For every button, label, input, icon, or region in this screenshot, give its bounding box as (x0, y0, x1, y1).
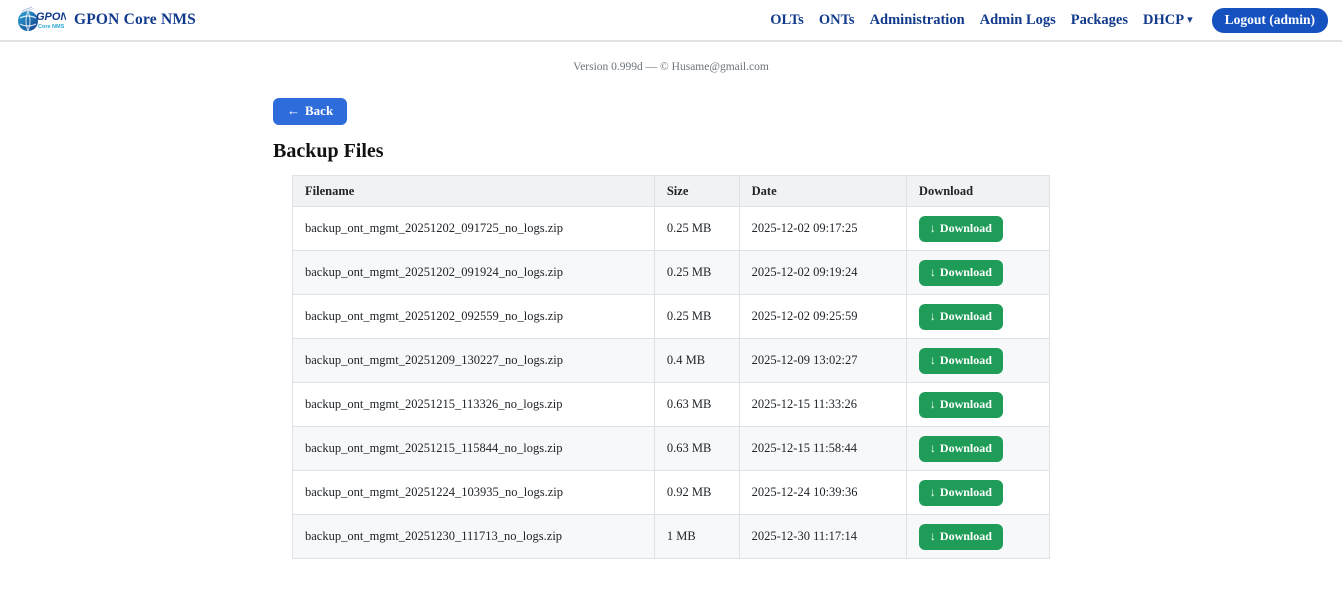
back-button-label: Back (305, 103, 333, 119)
download-button[interactable]: ↓ Download (919, 304, 1003, 330)
nav-link-admin-logs[interactable]: Admin Logs (980, 12, 1056, 29)
page-title: Backup Files (273, 140, 1069, 163)
filename-cell: backup_ont_mgmt_20251202_091725_no_logs.… (293, 207, 655, 251)
table-row: backup_ont_mgmt_20251224_103935_no_logs.… (293, 471, 1050, 515)
size-cell: 0.63 MB (654, 383, 739, 427)
backup-files-table: Filename Size Date Download backup_ont_m… (292, 175, 1050, 559)
download-cell: ↓ Download (906, 515, 1049, 559)
nav-link-packages[interactable]: Packages (1071, 12, 1128, 29)
download-cell: ↓ Download (906, 427, 1049, 471)
download-cell: ↓ Download (906, 251, 1049, 295)
content-container: ← Back Backup Files Filename Size Date D… (273, 73, 1069, 559)
download-cell: ↓ Download (906, 383, 1049, 427)
download-button-label: Download (940, 221, 992, 236)
download-button[interactable]: ↓ Download (919, 436, 1003, 462)
date-cell: 2025-12-02 09:25:59 (739, 295, 906, 339)
backup-files-table-wrapper: Filename Size Date Download backup_ont_m… (292, 175, 1050, 559)
date-cell: 2025-12-15 11:33:26 (739, 383, 906, 427)
nav-dropdown-dhcp[interactable]: DHCP▾ (1143, 12, 1193, 29)
download-button[interactable]: ↓ Download (919, 392, 1003, 418)
brand-title: GPON Core NMS (74, 11, 196, 29)
download-cell: ↓ Download (906, 339, 1049, 383)
filename-cell: backup_ont_mgmt_20251215_115844_no_logs.… (293, 427, 655, 471)
download-cell: ↓ Download (906, 207, 1049, 251)
nav-link-administration[interactable]: Administration (870, 12, 965, 29)
gpon-logo-icon: GPON Core NMS (16, 5, 66, 35)
back-button[interactable]: ← Back (273, 98, 347, 125)
filename-cell: backup_ont_mgmt_20251230_111713_no_logs.… (293, 515, 655, 559)
filename-cell: backup_ont_mgmt_20251202_091924_no_logs.… (293, 251, 655, 295)
column-header-download: Download (906, 176, 1049, 207)
table-row: backup_ont_mgmt_20251202_092559_no_logs.… (293, 295, 1050, 339)
table-row: backup_ont_mgmt_20251215_113326_no_logs.… (293, 383, 1050, 427)
download-arrow-icon: ↓ (930, 441, 936, 456)
download-button-label: Download (940, 353, 992, 368)
download-arrow-icon: ↓ (930, 529, 936, 544)
download-button-label: Download (940, 309, 992, 324)
size-cell: 0.25 MB (654, 207, 739, 251)
filename-cell: backup_ont_mgmt_20251209_130227_no_logs.… (293, 339, 655, 383)
size-cell: 0.92 MB (654, 471, 739, 515)
filename-cell: backup_ont_mgmt_20251202_092559_no_logs.… (293, 295, 655, 339)
logout-button[interactable]: Logout (admin) (1212, 8, 1328, 33)
date-cell: 2025-12-24 10:39:36 (739, 471, 906, 515)
download-button[interactable]: ↓ Download (919, 216, 1003, 242)
download-button[interactable]: ↓ Download (919, 524, 1003, 550)
top-navbar: GPON Core NMS GPON Core NMS OLTs ONTs Ad… (0, 0, 1342, 42)
download-arrow-icon: ↓ (930, 485, 936, 500)
size-cell: 0.25 MB (654, 295, 739, 339)
date-cell: 2025-12-02 09:17:25 (739, 207, 906, 251)
nav-dropdown-dhcp-label: DHCP (1143, 12, 1184, 28)
download-arrow-icon: ↓ (930, 353, 936, 368)
caret-down-icon: ▾ (1187, 13, 1193, 26)
download-arrow-icon: ↓ (930, 309, 936, 324)
download-cell: ↓ Download (906, 295, 1049, 339)
download-button-label: Download (940, 529, 992, 544)
svg-text:GPON: GPON (36, 11, 66, 23)
size-cell: 1 MB (654, 515, 739, 559)
column-header-size: Size (654, 176, 739, 207)
table-row: backup_ont_mgmt_20251215_115844_no_logs.… (293, 427, 1050, 471)
date-cell: 2025-12-30 11:17:14 (739, 515, 906, 559)
date-cell: 2025-12-15 11:58:44 (739, 427, 906, 471)
table-row: backup_ont_mgmt_20251209_130227_no_logs.… (293, 339, 1050, 383)
brand-home-link[interactable]: GPON Core NMS GPON Core NMS (16, 5, 196, 35)
size-cell: 0.25 MB (654, 251, 739, 295)
nav-link-olts[interactable]: OLTs (770, 12, 804, 29)
table-row: backup_ont_mgmt_20251230_111713_no_logs.… (293, 515, 1050, 559)
download-cell: ↓ Download (906, 471, 1049, 515)
size-cell: 0.63 MB (654, 427, 739, 471)
download-arrow-icon: ↓ (930, 265, 936, 280)
svg-text:Core NMS: Core NMS (38, 24, 65, 30)
table-row: backup_ont_mgmt_20251202_091924_no_logs.… (293, 251, 1050, 295)
download-button-label: Download (940, 265, 992, 280)
table-row: backup_ont_mgmt_20251202_091725_no_logs.… (293, 207, 1050, 251)
column-header-filename: Filename (293, 176, 655, 207)
size-cell: 0.4 MB (654, 339, 739, 383)
download-button[interactable]: ↓ Download (919, 480, 1003, 506)
download-button-label: Download (940, 441, 992, 456)
download-arrow-icon: ↓ (930, 397, 936, 412)
download-arrow-icon: ↓ (930, 221, 936, 236)
download-button[interactable]: ↓ Download (919, 348, 1003, 374)
filename-cell: backup_ont_mgmt_20251215_113326_no_logs.… (293, 383, 655, 427)
date-cell: 2025-12-02 09:19:24 (739, 251, 906, 295)
download-button-label: Download (940, 397, 992, 412)
table-header-row: Filename Size Date Download (293, 176, 1050, 207)
column-header-date: Date (739, 176, 906, 207)
download-button-label: Download (940, 485, 992, 500)
left-arrow-icon: ← (287, 103, 300, 119)
nav-link-onts[interactable]: ONTs (819, 12, 855, 29)
date-cell: 2025-12-09 13:02:27 (739, 339, 906, 383)
main-nav: OLTs ONTs Administration Admin Logs Pack… (770, 8, 1328, 33)
filename-cell: backup_ont_mgmt_20251224_103935_no_logs.… (293, 471, 655, 515)
download-button[interactable]: ↓ Download (919, 260, 1003, 286)
version-text: Version 0.999d — © Husame@gmail.com (0, 61, 1342, 73)
